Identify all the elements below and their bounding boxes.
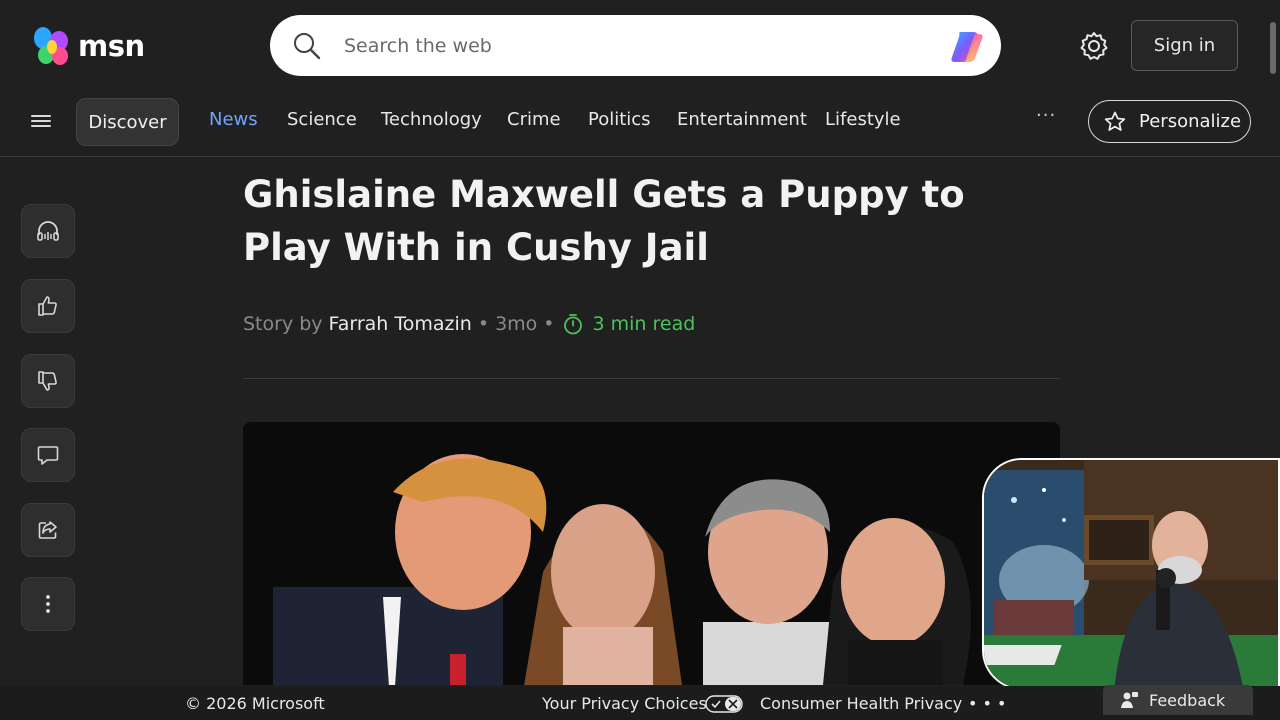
tab-crime[interactable]: Crime <box>507 109 561 130</box>
comment-icon <box>37 446 59 465</box>
article-photo[interactable] <box>243 422 1060 685</box>
share-icon <box>38 521 57 539</box>
msn-butterfly-icon <box>34 27 68 65</box>
headphones-icon <box>37 221 59 241</box>
tab-entertainment[interactable]: Entertainment <box>677 109 807 130</box>
page-footer: © 2026 Microsoft Your Privacy Choices Co… <box>0 686 1280 720</box>
logo-text: msn <box>78 29 145 63</box>
personalize-button[interactable]: Personalize <box>1088 100 1251 143</box>
dislike-button[interactable] <box>21 354 75 408</box>
thumbs-up-icon <box>38 296 57 316</box>
tab-politics[interactable]: Politics <box>588 109 651 130</box>
read-time: 3 min read <box>561 312 696 336</box>
thumbs-down-icon <box>38 371 57 391</box>
feedback-label: Feedback <box>1149 690 1226 710</box>
discover-button[interactable]: Discover <box>76 98 179 146</box>
read-time-label: 3 min read <box>592 313 696 335</box>
privacy-toggle-icon[interactable] <box>705 695 743 713</box>
top-header: msn Sign in <box>0 0 1280 95</box>
search-input[interactable] <box>344 29 924 63</box>
more-vertical-icon <box>46 595 50 613</box>
settings-gear-icon[interactable] <box>1078 30 1110 62</box>
tab-science[interactable]: Science <box>287 109 357 130</box>
feedback-button[interactable]: Feedback <box>1103 685 1253 715</box>
copyright-text: © 2026 Microsoft <box>185 694 325 713</box>
tab-lifestyle[interactable]: Lifestyle <box>825 109 901 130</box>
comments-button[interactable] <box>21 428 75 482</box>
tab-technology[interactable]: Technology <box>381 109 482 130</box>
like-button[interactable] <box>21 279 75 333</box>
personalize-label: Personalize <box>1139 111 1242 132</box>
byline-divider <box>243 378 1060 379</box>
footer-more-button[interactable]: • • • <box>968 694 1006 713</box>
search-bar[interactable] <box>270 15 1001 76</box>
star-sparkle-icon <box>1104 111 1126 131</box>
story-by-label: Story by <box>243 313 323 335</box>
timer-icon <box>563 314 582 335</box>
article-byline: Story by Farrah Tomazin • 3mo • 3 min re… <box>243 312 695 336</box>
scrollbar-thumb[interactable] <box>1270 22 1276 74</box>
more-categories-button[interactable]: ··· <box>1036 105 1056 126</box>
video-overlay[interactable] <box>982 458 1280 690</box>
article-age: 3mo <box>495 313 538 335</box>
article-title: Ghislaine Maxwell Gets a Puppy to Play W… <box>243 173 965 269</box>
share-button[interactable] <box>21 503 75 557</box>
category-nav: Discover News Science Technology Crime P… <box>0 95 1280 157</box>
feedback-person-icon <box>1121 692 1138 708</box>
more-options-button[interactable] <box>21 577 75 631</box>
article-image <box>243 422 1060 685</box>
sign-in-button[interactable]: Sign in <box>1131 20 1238 71</box>
msn-logo[interactable]: msn <box>32 26 145 66</box>
health-privacy-link[interactable]: Consumer Health Privacy <box>760 694 962 713</box>
video-frame <box>984 460 1278 688</box>
author-link[interactable]: Farrah Tomazin <box>329 313 472 335</box>
separator-dot: • <box>543 313 555 335</box>
menu-icon[interactable] <box>31 112 51 130</box>
separator-dot: • <box>477 313 490 335</box>
listen-button[interactable] <box>21 204 75 258</box>
search-icon[interactable] <box>292 31 322 61</box>
privacy-choices-link[interactable]: Your Privacy Choices <box>542 694 707 713</box>
tab-news[interactable]: News <box>209 109 258 130</box>
copilot-icon[interactable] <box>949 26 989 66</box>
